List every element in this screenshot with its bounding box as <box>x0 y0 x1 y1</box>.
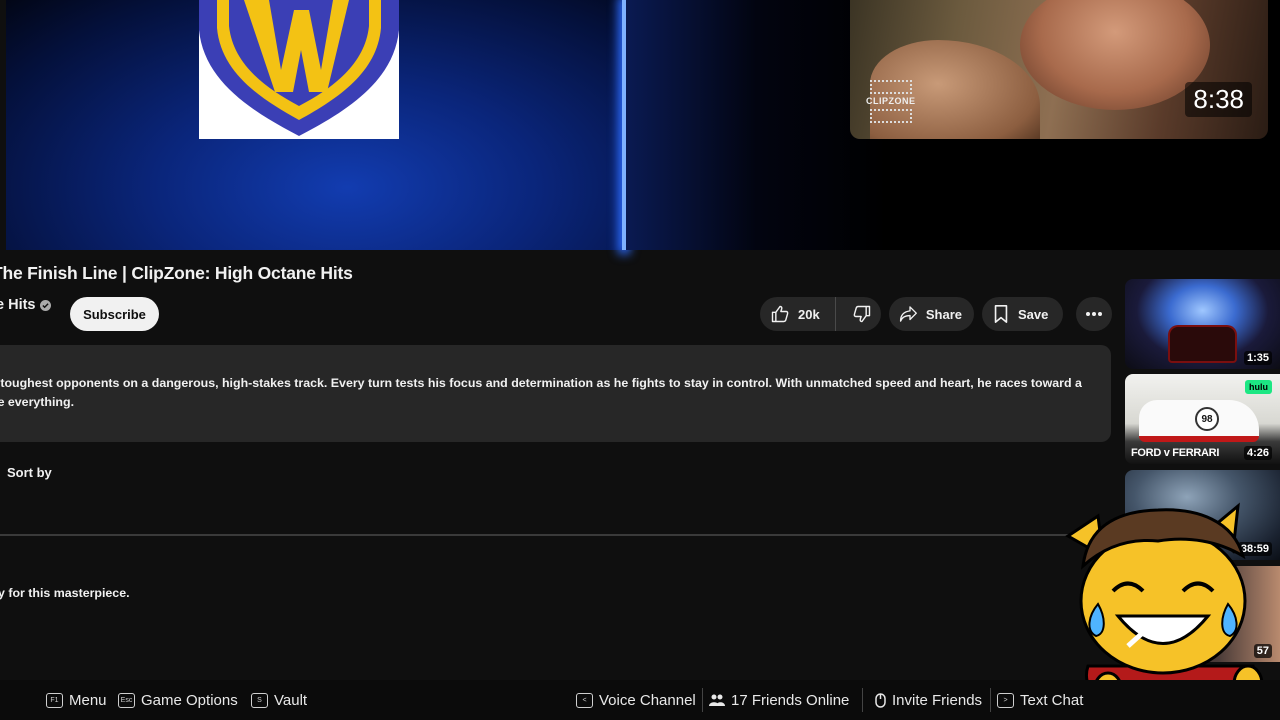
subscribe-button[interactable]: Subscribe <box>70 297 159 331</box>
f1-key-icon: F1 <box>46 692 63 708</box>
share-button[interactable]: Share <box>889 297 974 331</box>
vault-button[interactable]: S Vault <box>251 680 307 720</box>
like-count: 20k <box>798 306 820 322</box>
dislike-button[interactable] <box>844 297 881 331</box>
game-options-button[interactable]: Esc Game Options <box>118 680 238 720</box>
invite-friends-button[interactable]: Invite Friends <box>875 680 982 720</box>
hulu-badge: hulu <box>1245 380 1272 394</box>
description-line-2: ne everything. <box>0 395 75 409</box>
more-dots-icon <box>1086 312 1102 316</box>
verified-icon <box>39 299 51 311</box>
esc-key-icon: Esc <box>118 692 135 708</box>
thumbs-down-icon <box>853 305 871 323</box>
overlay-separator <box>990 688 991 712</box>
channel-name-text[interactable]: e Hits <box>0 297 36 313</box>
like-button[interactable]: 20k <box>760 297 836 331</box>
game-options-label: Game Options <box>141 691 238 709</box>
wb-logo-card[interactable] <box>199 0 399 139</box>
menu-label: Menu <box>69 691 107 709</box>
thumbnail-caption: FORD v FERRARI <box>1131 447 1220 459</box>
recommended-video-2[interactable]: hulu 98 FORD v FERRARI 4:26 <box>1125 374 1280 464</box>
mini-player-duration: 8:38 <box>1185 82 1252 117</box>
mouse-icon <box>875 692 886 708</box>
sort-by-button[interactable]: Sort by <box>7 465 52 480</box>
thumbs-up-icon <box>771 305 789 323</box>
right-arrow-key-icon: > <box>997 692 1014 708</box>
channel-name[interactable]: e Hits <box>0 297 51 313</box>
recommended-video-1[interactable]: 1:35 <box>1125 279 1280 369</box>
vault-label: Vault <box>274 691 308 709</box>
video-duration: 1:35 <box>1243 351 1272 365</box>
like-dislike-group: 20k <box>760 297 881 331</box>
wb-shield-logo <box>199 0 399 136</box>
menu-button[interactable]: F1 Menu <box>46 680 107 720</box>
video-duration: 4:26 <box>1243 446 1272 460</box>
bookmark-icon <box>994 305 1008 323</box>
friends-online-button[interactable]: 17 Friends Online <box>709 680 849 720</box>
save-button[interactable]: Save <box>982 297 1063 331</box>
share-label: Share <box>925 306 962 322</box>
more-actions-button[interactable] <box>1076 297 1112 331</box>
description-box[interactable]: s toughest opponents on a dangerous, hig… <box>0 345 1111 442</box>
overlay-separator <box>702 688 703 712</box>
mini-player-thumbnail[interactable]: CLIPZONE 8:38 <box>850 0 1268 139</box>
share-icon <box>899 306 917 322</box>
description-line-1: s toughest opponents on a dangerous, hig… <box>0 376 1082 390</box>
friends-icon <box>709 694 725 706</box>
text-chat-button[interactable]: > Text Chat <box>997 680 1083 720</box>
game-overlay-bar: F1 Menu Esc Game Options S Vault < Voice… <box>0 680 1280 720</box>
save-label: Save <box>1018 306 1049 322</box>
clipzone-watermark: CLIPZONE <box>866 78 916 125</box>
text-chat-label: Text Chat <box>1020 691 1084 709</box>
voice-channel-label: Voice Channel <box>599 691 696 709</box>
s-key-icon: S <box>251 692 268 708</box>
video-title: The Finish Line | ClipZone: High Octane … <box>0 263 353 283</box>
comments-divider <box>0 534 1110 536</box>
overlay-separator <box>862 688 863 712</box>
left-arrow-key-icon: < <box>576 692 593 708</box>
car-number: 98 <box>1195 407 1219 431</box>
comment-text: y for this masterpiece. <box>0 586 130 600</box>
thumbnail-face <box>1020 0 1210 110</box>
friends-online-label: 17 Friends Online <box>731 691 850 709</box>
voice-channel-button[interactable]: < Voice Channel <box>576 680 696 720</box>
race-car-thumbnail <box>1170 327 1235 361</box>
invite-friends-label: Invite Friends <box>892 691 983 709</box>
